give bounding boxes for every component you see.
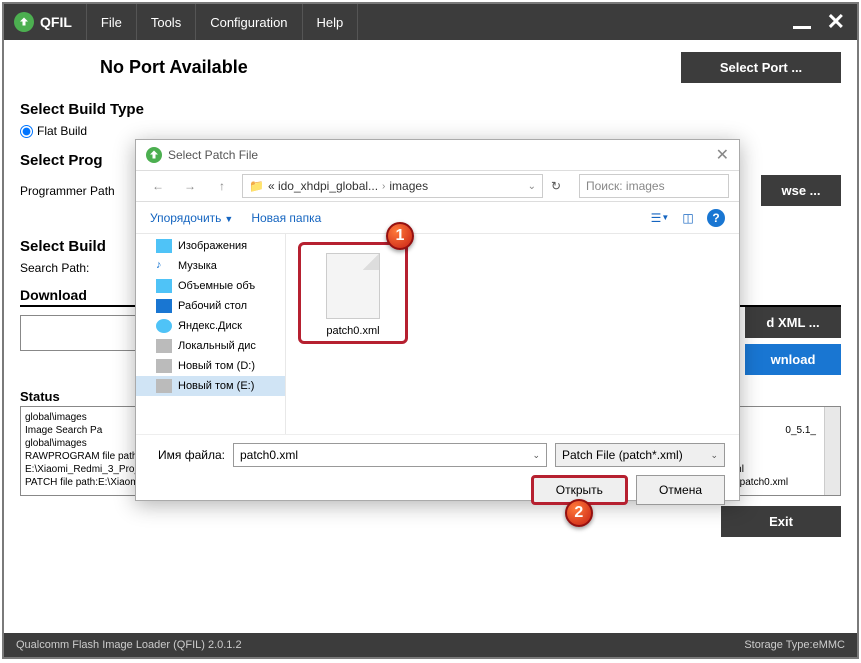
cancel-button[interactable]: Отмена [636,475,725,505]
sidebar: Изображения ♪Музыка Объемные объ Рабочий… [136,234,286,434]
filetype-combo[interactable]: Patch File (patch*.xml)⌄ [555,443,725,467]
new-folder-button[interactable]: Новая папка [251,211,321,225]
refresh-icon[interactable]: ↻ [551,179,571,193]
annotation-badge-1: 1 [386,222,414,250]
menu-tools[interactable]: Tools [136,4,195,40]
close-icon[interactable]: ✕ [827,9,845,35]
programmer-path-label: Programmer Path [20,184,115,198]
exit-button[interactable]: Exit [721,506,841,537]
search-input[interactable]: Поиск: images [579,174,729,198]
sidebar-item-images[interactable]: Изображения [136,236,285,256]
select-port-button[interactable]: Select Port ... [681,52,841,83]
footer: Qualcomm Flash Image Loader (QFIL) 2.0.1… [4,633,857,657]
download-button[interactable]: wnload [745,344,841,375]
sidebar-item-3d[interactable]: Объемные объ [136,276,285,296]
nav-fwd-icon[interactable]: → [178,174,202,198]
app-title: QFIL [40,14,72,30]
flat-build-radio[interactable] [20,125,33,138]
titlebar: QFIL File Tools Configuration Help ✕ [4,4,857,40]
flat-build-label: Flat Build [37,124,87,138]
file-icon [326,253,380,319]
search-path-label: Search Path: [20,261,89,275]
minimize-icon[interactable] [793,26,811,29]
sidebar-item-d[interactable]: Новый том (D:) [136,356,285,376]
scrollbar[interactable] [824,407,840,495]
help-icon[interactable]: ? [707,209,725,227]
organize-menu[interactable]: Упорядочить▼ [150,211,233,225]
menu-help[interactable]: Help [302,4,359,40]
file-patch0[interactable]: patch0.xml [298,242,408,344]
sidebar-item-music[interactable]: ♪Музыка [136,256,285,276]
menu-configuration[interactable]: Configuration [195,4,301,40]
sidebar-item-e[interactable]: Новый том (E:) [136,376,285,396]
browse-button[interactable]: wse ... [761,175,841,206]
menu-bar: File Tools Configuration Help [86,4,358,40]
footer-left: Qualcomm Flash Image Loader (QFIL) 2.0.1… [16,639,242,651]
preview-icon[interactable]: ◫ [679,209,697,227]
load-xml-button[interactable]: d XML ... [745,307,841,338]
port-status: No Port Available [100,57,248,78]
footer-right: Storage Type:eMMC [744,639,845,651]
dialog-close-icon[interactable]: ✕ [716,145,729,165]
menu-file[interactable]: File [86,4,136,40]
file-name: patch0.xml [326,325,379,337]
annotation-badge-2: 2 [565,499,593,527]
dialog-icon [146,147,162,163]
nav-up-icon[interactable]: ↑ [210,174,234,198]
filename-label: Имя файла: [150,448,225,462]
nav-back-icon[interactable]: ← [146,174,170,198]
filename-input[interactable]: patch0.xml⌄ [233,443,547,467]
sidebar-item-yandex[interactable]: Яндекс.Диск [136,316,285,336]
path-box[interactable]: 📁 « ido_xhdpi_global... › images ⌄ [242,174,543,198]
sidebar-item-local[interactable]: Локальный дис [136,336,285,356]
app-icon [14,12,34,32]
dialog-title: Select Patch File [168,148,258,162]
view-icon[interactable]: ☰ ▼ [651,209,669,227]
sidebar-item-desktop[interactable]: Рабочий стол [136,296,285,316]
build-type-label: Select Build Type [20,101,841,118]
file-dialog: Select Patch File ✕ ← → ↑ 📁 « ido_xhdpi_… [135,139,740,501]
